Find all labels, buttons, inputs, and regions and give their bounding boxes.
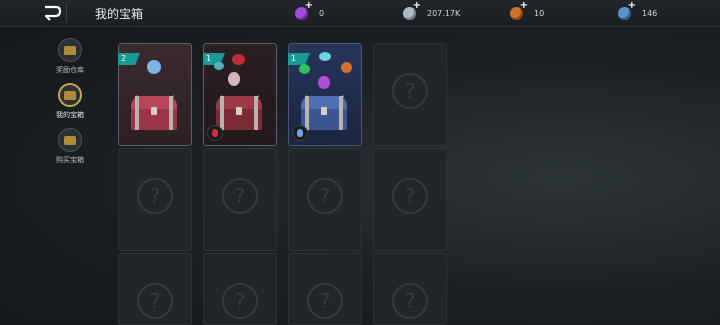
purple-gem-icon: + [293, 0, 313, 23]
silver-coin-icon: + [401, 0, 421, 23]
sidebar-item-label: 奖励仓库 [56, 66, 84, 74]
question-mark-icon: ? [222, 283, 258, 319]
empty-chest-slot[interactable]: ? [203, 253, 277, 325]
teal-mushroom-icon [214, 62, 224, 70]
chest-slot-3[interactable]: 1 [288, 43, 362, 146]
sidebar-item-label: 我的宝箱 [56, 111, 84, 119]
empty-chest-slot[interactable]: ? [373, 43, 447, 146]
sidebar: 奖励仓库 我的宝箱 购买宝箱 [48, 38, 92, 173]
empty-chest-slot[interactable]: ? [118, 253, 192, 325]
red-flame-icon [207, 125, 223, 141]
green-gem-icon [299, 64, 310, 74]
shop-chest-icon [58, 128, 82, 152]
back-arrow-icon [44, 5, 62, 21]
chest-slot-2[interactable]: 1 [203, 43, 277, 146]
currency-value: 207.17K [427, 8, 461, 18]
purple-potion-icon [318, 76, 330, 89]
sidebar-item-reward-storage[interactable]: 奖励仓库 [48, 38, 92, 83]
page-title: 我的宝箱 [95, 7, 144, 21]
bronze-coin-icon: + [508, 0, 528, 23]
red-chest-icon [216, 96, 262, 130]
sidebar-item-buy-chests[interactable]: 购买宝箱 [48, 128, 92, 173]
blue-chest-icon [301, 96, 347, 130]
empty-chest-slot[interactable]: ? [118, 148, 192, 251]
silver-chest-icon [131, 96, 177, 130]
empty-chest-slot[interactable]: ? [203, 148, 277, 251]
currency-value: 146 [642, 8, 658, 18]
potion-icon [228, 72, 240, 86]
chest-count-badge: 2 [118, 53, 140, 65]
top-bar: 我的宝箱 + 0 + 207.17K + 10 + 146 [0, 0, 720, 27]
sidebar-item-my-chests[interactable]: 我的宝箱 [48, 83, 92, 128]
blue-weapon-icon [147, 60, 161, 74]
currency-silver[interactable]: + 207.17K [401, 0, 461, 23]
currency-purple[interactable]: + 0 [293, 0, 325, 23]
sidebar-item-label: 购买宝箱 [56, 156, 84, 164]
question-mark-icon: ? [222, 178, 258, 214]
question-mark-icon: ? [392, 283, 428, 319]
chest-slot-1[interactable]: 2 [118, 43, 192, 146]
question-mark-icon: ? [307, 283, 343, 319]
blue-coin-icon: + [616, 0, 636, 23]
currency-bronze[interactable]: + 10 [508, 0, 545, 23]
question-mark-icon: ? [392, 178, 428, 214]
currency-value: 10 [534, 8, 545, 18]
empty-chest-slot[interactable]: ? [288, 253, 362, 325]
question-mark-icon: ? [137, 283, 173, 319]
chest-icon [58, 83, 82, 107]
cyan-mushroom-icon [319, 52, 331, 61]
red-gem-icon [232, 54, 245, 65]
empty-chest-slot[interactable]: ? [373, 253, 447, 325]
blue-flame-icon [292, 125, 308, 141]
chest-count-badge: 1 [288, 53, 310, 65]
question-mark-icon: ? [137, 178, 173, 214]
question-mark-icon: ? [307, 178, 343, 214]
storage-chest-icon [58, 38, 82, 62]
empty-chest-slot[interactable]: ? [288, 148, 362, 251]
question-mark-icon: ? [392, 73, 428, 109]
currency-value: 0 [319, 8, 325, 18]
orange-ore-icon [341, 62, 352, 73]
empty-chest-slot[interactable]: ? [373, 148, 447, 251]
back-button[interactable] [38, 3, 67, 23]
currency-blue[interactable]: + 146 [616, 0, 658, 23]
